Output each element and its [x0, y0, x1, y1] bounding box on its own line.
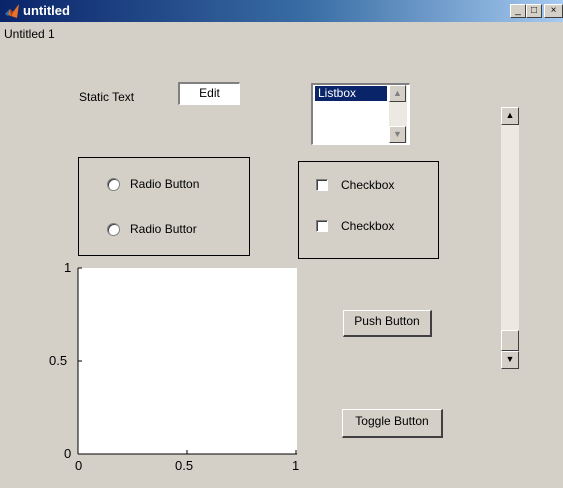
- push-button-label: Push Button: [354, 314, 420, 328]
- x-tick-label: 0.5: [175, 458, 194, 473]
- y-tick-label: 1: [64, 260, 72, 275]
- toggle-button-label: Toggle Button: [355, 414, 429, 428]
- radio-button-label: Radio Buttor: [130, 222, 197, 236]
- matlab-icon: [5, 4, 19, 18]
- checkbox-box-icon[interactable]: [316, 179, 328, 191]
- figure-name: Untitled 1: [4, 27, 55, 41]
- x-tick-label: 0: [75, 458, 83, 473]
- arrow-up-icon: ▲: [505, 110, 515, 120]
- title-bar[interactable]: untitled _ □ ×: [0, 0, 563, 22]
- maximize-icon: □: [530, 5, 538, 16]
- x-tick-label: 1: [292, 458, 300, 473]
- push-button[interactable]: Push Button: [343, 310, 432, 337]
- arrow-up-icon: ▲: [393, 88, 402, 98]
- listbox-scroll-up-button[interactable]: ▲: [389, 85, 406, 102]
- radio-circle-icon[interactable]: [107, 223, 120, 236]
- listbox-item[interactable]: Listbox: [315, 86, 387, 101]
- window-title: untitled: [23, 3, 70, 18]
- arrow-down-icon: ▼: [393, 129, 402, 139]
- slider-up-button[interactable]: ▲: [501, 107, 519, 125]
- checkbox-label: Checkbox: [341, 219, 395, 233]
- slider-down-button[interactable]: ▼: [501, 351, 519, 369]
- static-text: Static Text: [79, 90, 135, 104]
- close-button[interactable]: ×: [544, 4, 563, 18]
- radio-group-panel: [78, 157, 250, 256]
- listbox-scrollbar[interactable]: ▲ ▼: [389, 85, 407, 143]
- radio-circle-icon[interactable]: [107, 178, 120, 191]
- listbox-scroll-down-button[interactable]: ▼: [389, 126, 406, 143]
- checkbox-label: Checkbox: [341, 178, 395, 192]
- radio-button-label: Radio Button: [130, 177, 200, 191]
- y-tick-label: 0: [64, 446, 72, 461]
- edit-field[interactable]: Edit: [178, 82, 240, 105]
- slider-thumb[interactable]: [501, 330, 519, 351]
- listbox[interactable]: Listbox ▲ ▼: [311, 83, 410, 145]
- y-tick-label: 0.5: [49, 353, 68, 368]
- minimize-icon: _: [515, 5, 521, 16]
- checkbox-box-icon[interactable]: [316, 220, 328, 232]
- minimize-button[interactable]: _: [510, 4, 526, 18]
- arrow-down-icon: ▼: [505, 354, 515, 364]
- close-icon: ×: [550, 5, 557, 16]
- edit-field-value: Edit: [199, 86, 220, 100]
- axes-plot-area[interactable]: [78, 268, 297, 454]
- toggle-button[interactable]: Toggle Button: [342, 409, 443, 438]
- checkbox-group-panel: [298, 161, 439, 259]
- maximize-button[interactable]: □: [526, 4, 542, 18]
